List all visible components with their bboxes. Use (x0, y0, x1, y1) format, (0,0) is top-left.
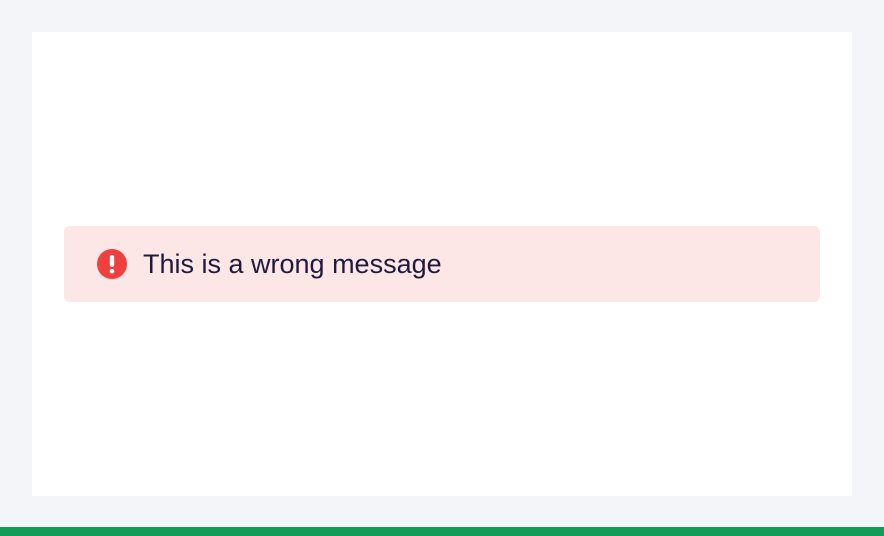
error-alert: This is a wrong message (64, 226, 820, 302)
page: This is a wrong message (0, 0, 884, 536)
content-card: This is a wrong message (32, 32, 852, 496)
alert-message: This is a wrong message (143, 249, 442, 279)
exclamation-circle-icon (96, 248, 128, 280)
bottom-accent-bar (0, 527, 884, 536)
